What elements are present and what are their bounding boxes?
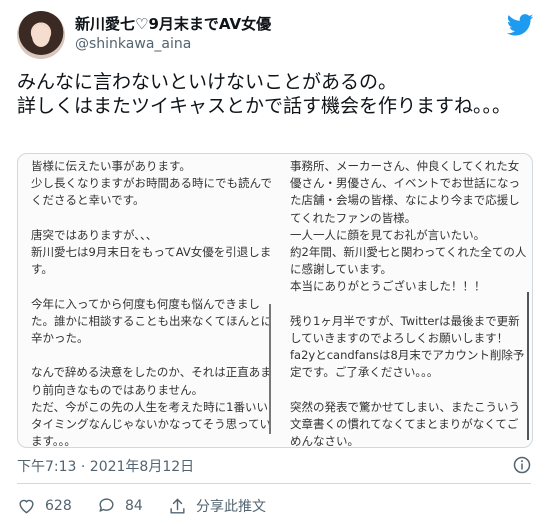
like-count: 628 bbox=[45, 497, 72, 514]
like-button[interactable]: 628 bbox=[17, 496, 72, 515]
reply-icon bbox=[99, 498, 114, 512]
divider bbox=[17, 483, 531, 484]
image-scrollbar-right bbox=[527, 292, 529, 440]
tweet-image[interactable]: 皆様に伝えたい事があります。 少し長くなりますがお時間ある時にでも読んでくださる… bbox=[17, 153, 533, 448]
user-display-name[interactable]: 新川愛七♡9月末までAV女優 bbox=[75, 13, 271, 34]
twitter-bird-icon bbox=[507, 14, 534, 36]
share-label: 分享此推文 bbox=[196, 499, 266, 515]
image-scrollbar-left bbox=[269, 304, 271, 434]
user-handle[interactable]: @shinkawa_aina bbox=[75, 36, 191, 52]
heart-icon bbox=[19, 499, 34, 514]
info-icon[interactable] bbox=[513, 456, 531, 474]
reply-button[interactable]: 84 bbox=[97, 496, 143, 515]
tweet-timestamp[interactable]: 下午7:13 · 2021年8月12日 bbox=[17, 456, 194, 476]
avatar[interactable] bbox=[17, 11, 65, 59]
image-text-right: 事務所、メーカーさん、仲良くしてくれた女優さん・男優さん、イベントでお世話になっ… bbox=[290, 159, 527, 448]
share-icon bbox=[170, 498, 185, 514]
tweet-text: みんなに言わないといけないことがあるの。 詳しくはまたツイキャスとかで話す機会を… bbox=[17, 71, 512, 117]
share-button[interactable]: 分享此推文 bbox=[168, 496, 266, 516]
image-text-left: 皆様に伝えたい事があります。 少し長くなりますがお時間ある時にでも読んでくださる… bbox=[31, 159, 273, 448]
reply-count: 84 bbox=[125, 497, 143, 514]
